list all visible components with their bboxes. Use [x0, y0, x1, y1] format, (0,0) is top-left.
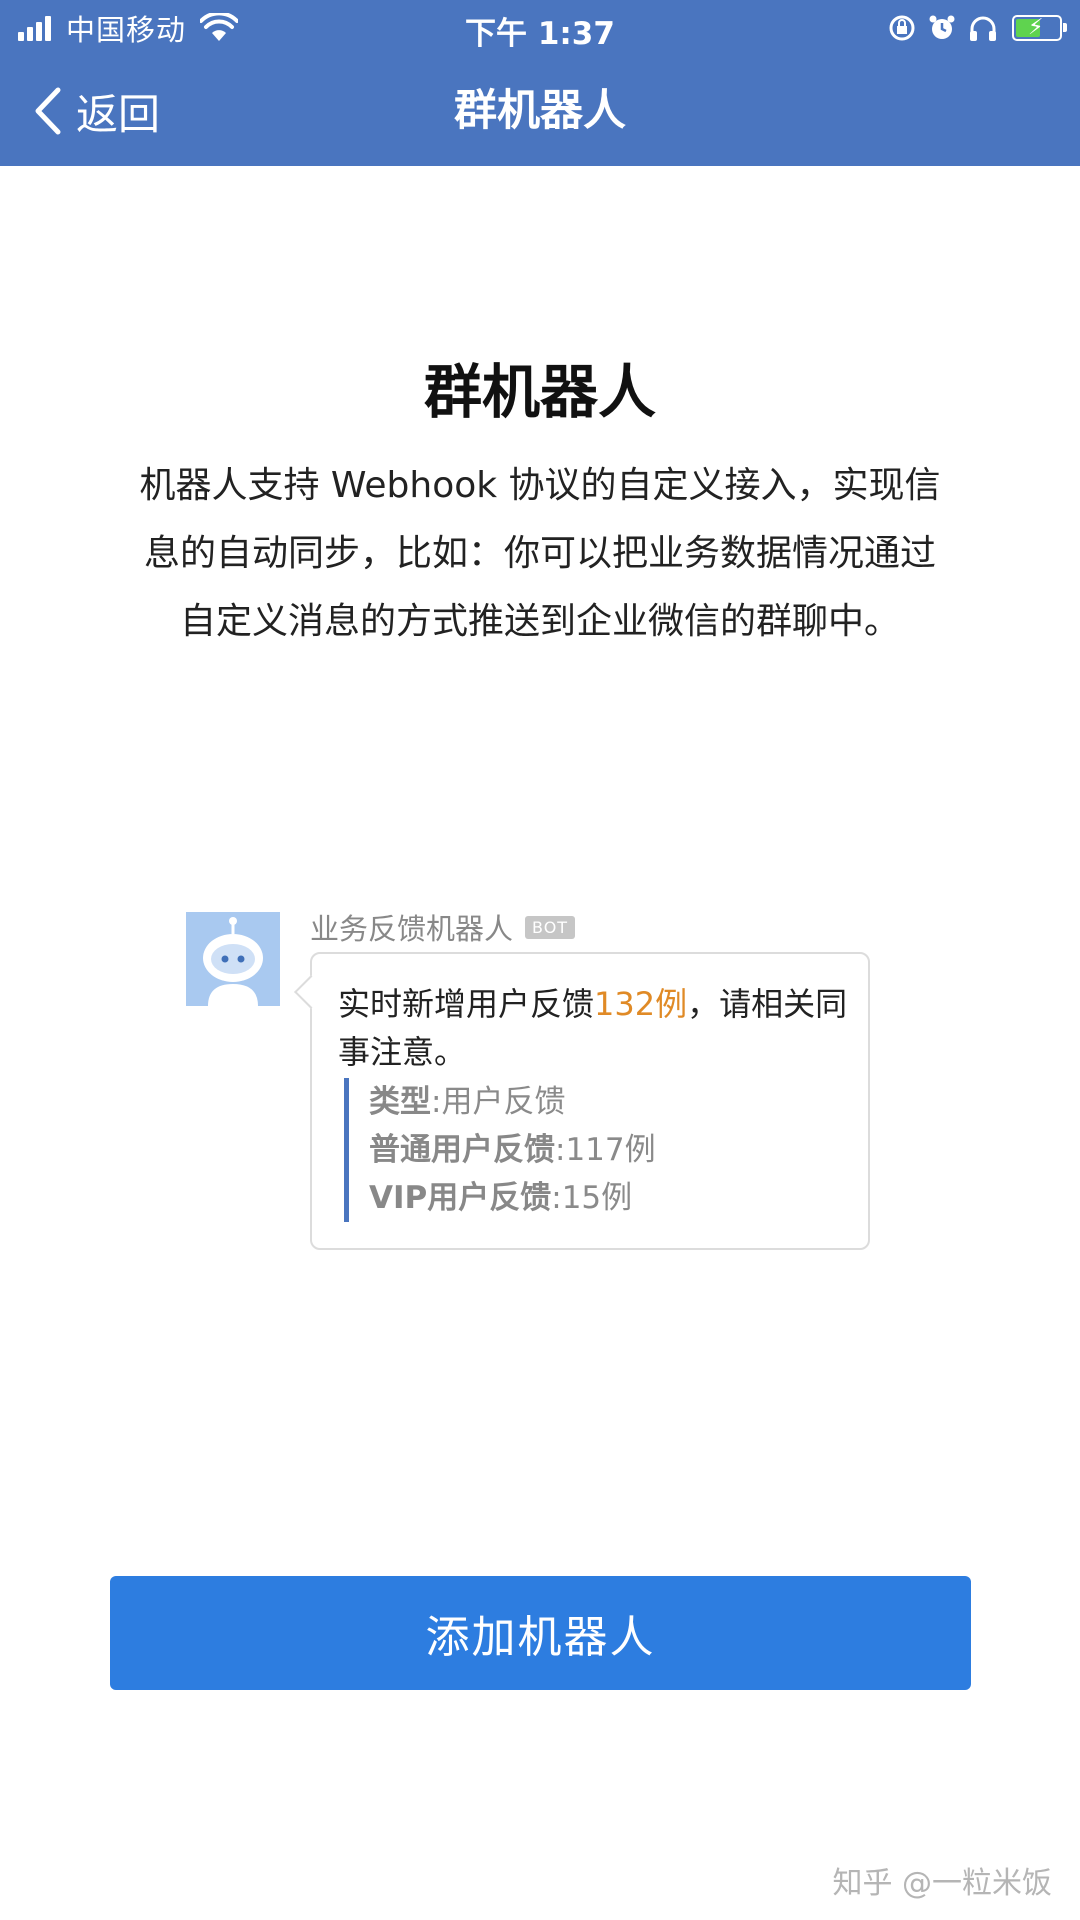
- message-text: 实时新增用户反馈132例，请相关同事注意。: [338, 980, 848, 1076]
- back-button[interactable]: 返回: [32, 56, 160, 166]
- quote-key: 普通用户反馈: [369, 1132, 555, 1168]
- quote-block: 类型:用户反馈 普通用户反馈:117例 VIP用户反馈:15例: [344, 1078, 656, 1222]
- quote-value: 用户反馈: [441, 1084, 566, 1120]
- quote-line: 类型:用户反馈: [369, 1078, 656, 1126]
- message-prefix: 实时新增用户反馈: [338, 985, 595, 1023]
- alarm-icon: [929, 15, 955, 39]
- status-right: ⚡: [876, 10, 1067, 46]
- description-text: 机器人支持 Webhook 协议的自定义接入，实现信息的自动同步，比如：你可以把…: [139, 465, 941, 642]
- robot-icon: [186, 912, 280, 1006]
- message-count: 132例: [594, 985, 688, 1023]
- orientation-lock-icon: [889, 15, 915, 41]
- quote-key: VIP用户反馈: [369, 1180, 552, 1216]
- quote-line: VIP用户反馈:15例: [369, 1174, 656, 1222]
- headphones-icon: [970, 16, 996, 41]
- add-robot-button[interactable]: 添加机器人: [110, 1576, 971, 1690]
- watermark: 知乎 @一粒米饭: [832, 1866, 1052, 1901]
- quote-sep: :: [555, 1132, 566, 1168]
- page-heading: 群机器人: [423, 358, 656, 426]
- sender-row: 业务反馈机器人 BOT: [310, 907, 576, 947]
- nav-bar: 返回 群机器人: [0, 56, 1080, 166]
- quote-value: 15例: [561, 1180, 633, 1216]
- quote-line: 普通用户反馈:117例: [369, 1126, 656, 1174]
- bot-avatar: [186, 912, 280, 1006]
- sender-name: 业务反馈机器人: [310, 912, 514, 946]
- battery-charging-icon: ⚡: [1012, 15, 1067, 41]
- bot-badge: BOT: [525, 915, 576, 939]
- back-label: 返回: [76, 89, 161, 139]
- quote-value: 117例: [565, 1132, 656, 1168]
- quote-sep: :: [551, 1180, 562, 1216]
- nav-title: 群机器人: [454, 86, 626, 136]
- message-bubble: 实时新增用户反馈132例，请相关同事注意。 类型:用户反馈 普通用户反馈:117…: [310, 952, 870, 1250]
- status-bar: 中国移动 下午 1:37 ⚡: [0, 0, 1080, 56]
- quote-sep: :: [431, 1084, 442, 1120]
- quote-key: 类型: [369, 1084, 431, 1120]
- chevron-left-icon: [35, 87, 61, 135]
